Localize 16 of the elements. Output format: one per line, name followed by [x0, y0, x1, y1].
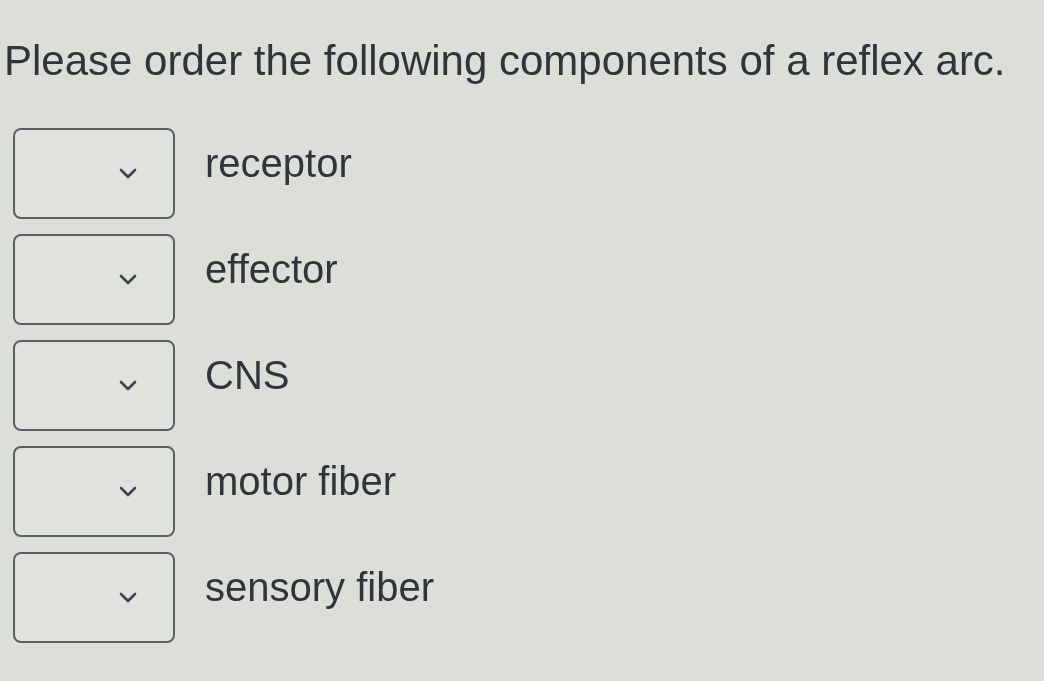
component-label: motor fiber	[205, 458, 397, 505]
chevron-down-icon	[119, 168, 137, 179]
order-dropdown[interactable]	[13, 340, 175, 431]
question-text: Please order the following components of a reflex arc.	[4, 36, 1006, 86]
chevron-down-icon	[119, 380, 137, 391]
chevron-down-icon	[119, 274, 137, 285]
component-label: effector	[205, 246, 338, 293]
order-dropdown[interactable]	[13, 552, 175, 643]
order-dropdown[interactable]	[13, 128, 175, 219]
component-label: CNS	[205, 352, 290, 399]
chevron-down-icon	[119, 592, 137, 603]
order-dropdown[interactable]	[13, 234, 175, 325]
component-label: sensory fiber	[205, 564, 434, 611]
order-dropdown[interactable]	[13, 446, 175, 537]
chevron-down-icon	[119, 486, 137, 497]
component-label: receptor	[205, 140, 352, 187]
